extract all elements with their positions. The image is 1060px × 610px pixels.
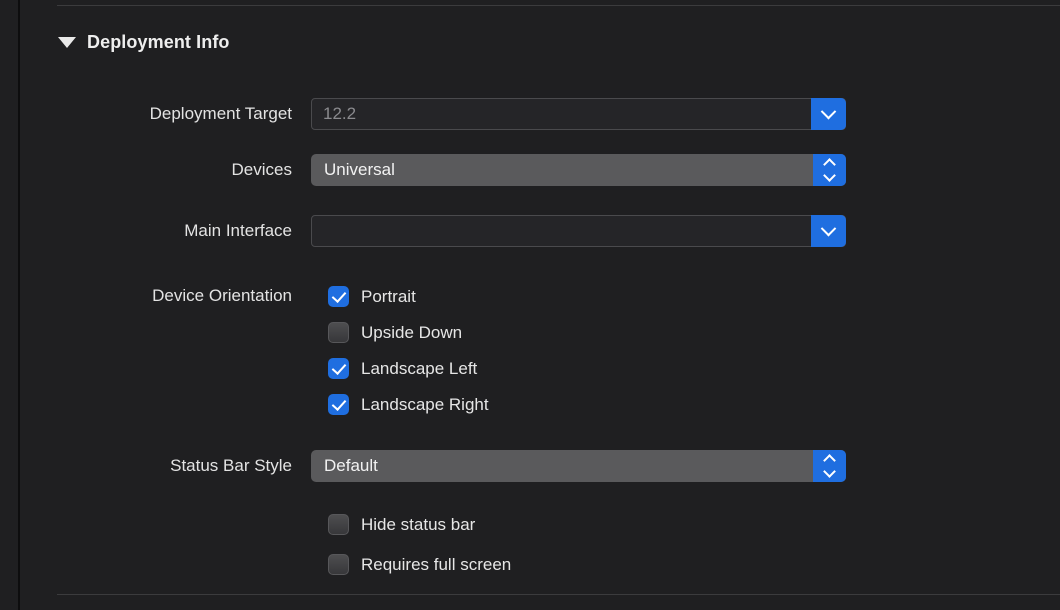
chevron-down-icon — [820, 220, 837, 236]
section-title: Deployment Info — [87, 32, 230, 52]
label-status-bar-style: Status Bar Style — [170, 456, 292, 475]
deployment-target-value: 12.2 — [323, 104, 357, 123]
devices-value: Universal — [324, 160, 395, 179]
devices-popup-button[interactable]: Universal — [311, 154, 846, 186]
checkbox-row-hide-status-bar[interactable]: Hide status bar — [328, 514, 475, 535]
chevron-down-icon — [823, 465, 836, 478]
status-bar-style-stepper-button[interactable] — [813, 450, 846, 482]
chevron-down-icon — [823, 169, 836, 182]
main-interface-combobox[interactable] — [311, 215, 846, 247]
checkbox-row-portrait[interactable]: Portrait — [328, 286, 416, 307]
checkbox-label-landscape-right: Landscape Right — [361, 394, 489, 414]
checkbox-row-landscape-left[interactable]: Landscape Left — [328, 358, 477, 379]
label-main-interface: Main Interface — [184, 221, 292, 240]
main-interface-dropdown-button[interactable] — [811, 215, 846, 247]
checkbox-hide-status-bar[interactable] — [328, 514, 349, 535]
deployment-target-dropdown-button[interactable] — [811, 98, 846, 130]
checkbox-row-requires-full-screen[interactable]: Requires full screen — [328, 554, 511, 575]
triangle-down-icon[interactable] — [58, 37, 76, 48]
checkbox-requires-full-screen[interactable] — [328, 554, 349, 575]
checkbox-portrait[interactable] — [328, 286, 349, 307]
deployment-info-pane: Deployment Info Deployment Target 12.2 D… — [20, 0, 1060, 610]
checkbox-row-landscape-right[interactable]: Landscape Right — [328, 394, 489, 415]
checkbox-label-upside-down: Upside Down — [361, 322, 463, 342]
checkbox-label-landscape-left: Landscape Left — [361, 358, 478, 378]
row-devices: Devices Universal — [20, 154, 846, 186]
checkbox-landscape-right[interactable] — [328, 394, 349, 415]
status-bar-style-popup-button[interactable]: Default — [311, 450, 846, 482]
row-device-orientation: Device Orientation — [20, 286, 311, 306]
checkbox-upside-down[interactable] — [328, 322, 349, 343]
checkbox-landscape-left[interactable] — [328, 358, 349, 379]
label-deployment-target: Deployment Target — [149, 104, 292, 123]
left-gutter — [0, 0, 18, 610]
row-deployment-target: Deployment Target 12.2 — [20, 98, 846, 130]
checkbox-label-requires-full-screen: Requires full screen — [361, 554, 512, 574]
status-bar-style-value: Default — [324, 456, 378, 475]
section-header-deployment-info[interactable]: Deployment Info — [58, 32, 230, 53]
deployment-target-combobox[interactable]: 12.2 — [311, 98, 846, 130]
chevron-down-icon — [820, 103, 837, 119]
label-device-orientation: Device Orientation — [152, 286, 292, 305]
checkbox-label-portrait: Portrait — [361, 286, 416, 306]
checkbox-label-hide-status-bar: Hide status bar — [361, 514, 476, 534]
label-devices: Devices — [231, 160, 292, 179]
row-status-bar-style: Status Bar Style Default — [20, 450, 846, 482]
checkbox-row-upside-down[interactable]: Upside Down — [328, 322, 462, 343]
row-main-interface: Main Interface — [20, 215, 846, 247]
devices-stepper-button[interactable] — [813, 154, 846, 186]
